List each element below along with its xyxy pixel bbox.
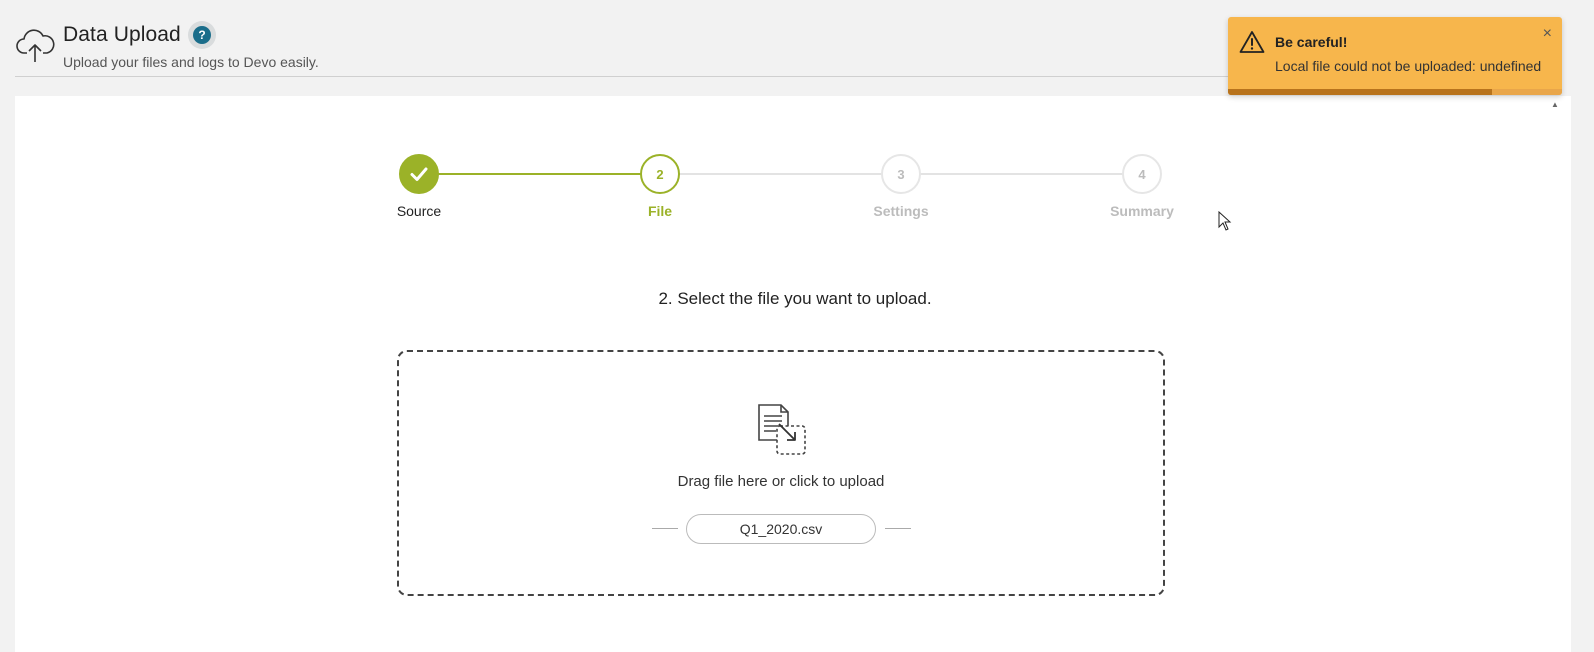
- step-connector: [438, 173, 663, 175]
- warning-icon: [1239, 31, 1265, 53]
- page-subtitle: Upload your files and logs to Devo easil…: [63, 54, 319, 70]
- toast-title: Be careful!: [1275, 34, 1348, 50]
- toast-progress-track: [1228, 89, 1562, 95]
- upload-instruction: 2. Select the file you want to upload.: [658, 289, 932, 308]
- help-button[interactable]: ?: [188, 21, 216, 49]
- file-drop-icon: [758, 404, 806, 455]
- stepper: 2 3 4 Source File Settings Summary: [15, 96, 1571, 219]
- divider: [885, 528, 911, 529]
- scroll-up-arrow[interactable]: ▲: [1549, 100, 1561, 110]
- selected-file-chip[interactable]: Q1_2020.csv: [686, 514, 876, 544]
- step-file-indicator[interactable]: 2: [640, 154, 680, 194]
- step-settings-indicator: 3: [881, 154, 921, 194]
- step-source-label: Source: [396, 203, 442, 219]
- divider: [652, 528, 678, 529]
- step-settings-label: Settings: [873, 203, 929, 219]
- file-dropzone[interactable]: Drag file here or click to upload Q1_202…: [397, 350, 1165, 596]
- mouse-cursor-icon: [1218, 211, 1232, 231]
- help-icon: ?: [193, 26, 211, 44]
- toast-progress-fill: [1228, 89, 1492, 95]
- page-title: Data Upload: [63, 23, 181, 46]
- cloud-upload-icon: [16, 29, 55, 62]
- step-file-label: File: [647, 203, 673, 219]
- dropzone-hint: Drag file here or click to upload: [677, 473, 885, 490]
- warning-toast: Be careful! Local file could not be uplo…: [1228, 17, 1562, 95]
- step-summary-indicator: 4: [1122, 154, 1162, 194]
- main-panel: 2 3 4 Source File Settings Summary 2. Se…: [15, 96, 1571, 652]
- toast-message: Local file could not be uploaded: undefi…: [1275, 58, 1542, 74]
- step-summary-label: Summary: [1110, 203, 1174, 219]
- close-icon[interactable]: ×: [1543, 25, 1552, 43]
- header-divider: [15, 76, 1255, 77]
- check-icon: [410, 167, 428, 181]
- step-connector: [679, 173, 904, 175]
- step-source-indicator[interactable]: [399, 154, 439, 194]
- step-connector: [920, 173, 1145, 175]
